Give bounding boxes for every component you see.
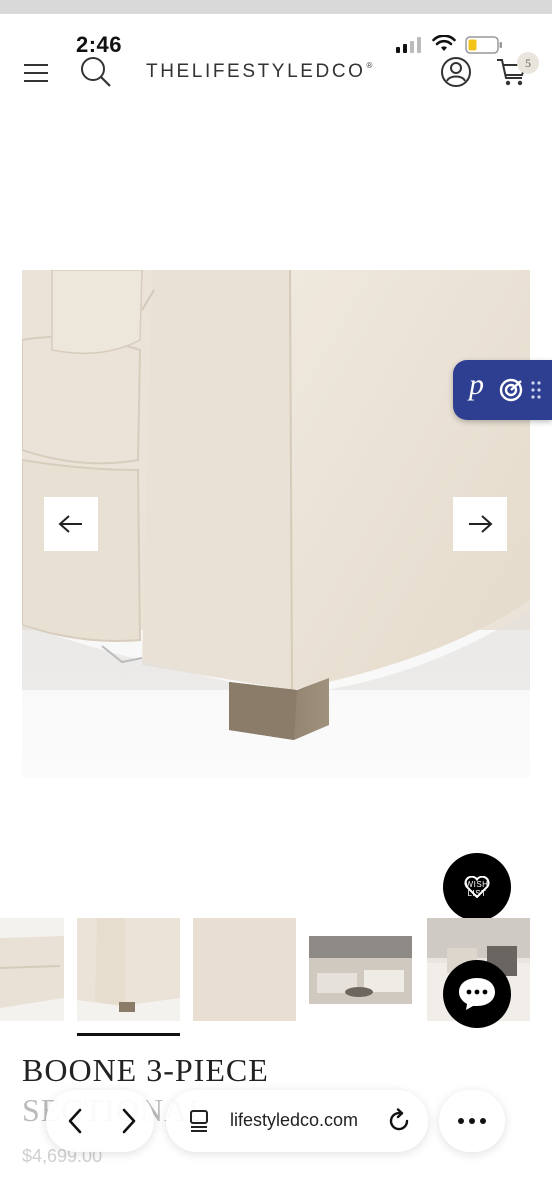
cart-count-badge: 5 bbox=[517, 52, 539, 74]
thumbnail-4[interactable] bbox=[309, 918, 412, 1021]
reload-icon[interactable] bbox=[386, 1108, 412, 1134]
more-icon bbox=[458, 1118, 486, 1124]
battery-icon bbox=[465, 36, 502, 54]
address-url: lifestyledco.com bbox=[230, 1110, 359, 1130]
account-icon[interactable] bbox=[438, 54, 474, 90]
next-image-button[interactable] bbox=[453, 497, 507, 551]
product-main-image[interactable] bbox=[22, 270, 530, 778]
back-icon bbox=[68, 1108, 82, 1134]
address-bar[interactable]: lifestyledco.com bbox=[166, 1090, 428, 1152]
search-icon[interactable] bbox=[78, 54, 114, 90]
forward-button[interactable] bbox=[112, 1104, 146, 1138]
wishlist-button[interactable]: WISH LIST bbox=[443, 853, 511, 921]
target-icon bbox=[499, 378, 523, 402]
chat-button[interactable] bbox=[443, 960, 511, 1028]
forward-icon bbox=[122, 1108, 136, 1134]
signal-icon bbox=[396, 37, 421, 53]
plugin-letter: p bbox=[469, 368, 484, 401]
back-button[interactable] bbox=[58, 1104, 92, 1138]
wifi-icon bbox=[432, 35, 456, 51]
brand-logo[interactable]: THELIFESTYLEDCO® bbox=[146, 61, 372, 83]
more-options-button[interactable] bbox=[439, 1090, 505, 1152]
thumbnail-2[interactable] bbox=[77, 918, 180, 1021]
thumbnail-1[interactable] bbox=[0, 918, 64, 1021]
arrow-left-icon bbox=[58, 515, 82, 533]
tabs-icon[interactable] bbox=[188, 1109, 210, 1133]
prev-image-button[interactable] bbox=[44, 497, 98, 551]
menu-icon[interactable] bbox=[20, 58, 52, 88]
browser-nav-group bbox=[46, 1090, 154, 1152]
plugin-widget[interactable]: p bbox=[453, 360, 552, 420]
wishlist-label: WISH LIST bbox=[465, 880, 489, 898]
drag-handle-icon[interactable] bbox=[530, 380, 542, 400]
top-strip bbox=[0, 0, 552, 14]
product-title: BOONE 3-PIECE bbox=[22, 1052, 269, 1088]
arrow-right-icon bbox=[469, 515, 493, 533]
chat-icon bbox=[459, 978, 495, 1010]
active-thumbnail-indicator bbox=[77, 1033, 180, 1036]
thumbnail-3[interactable] bbox=[193, 918, 296, 1021]
